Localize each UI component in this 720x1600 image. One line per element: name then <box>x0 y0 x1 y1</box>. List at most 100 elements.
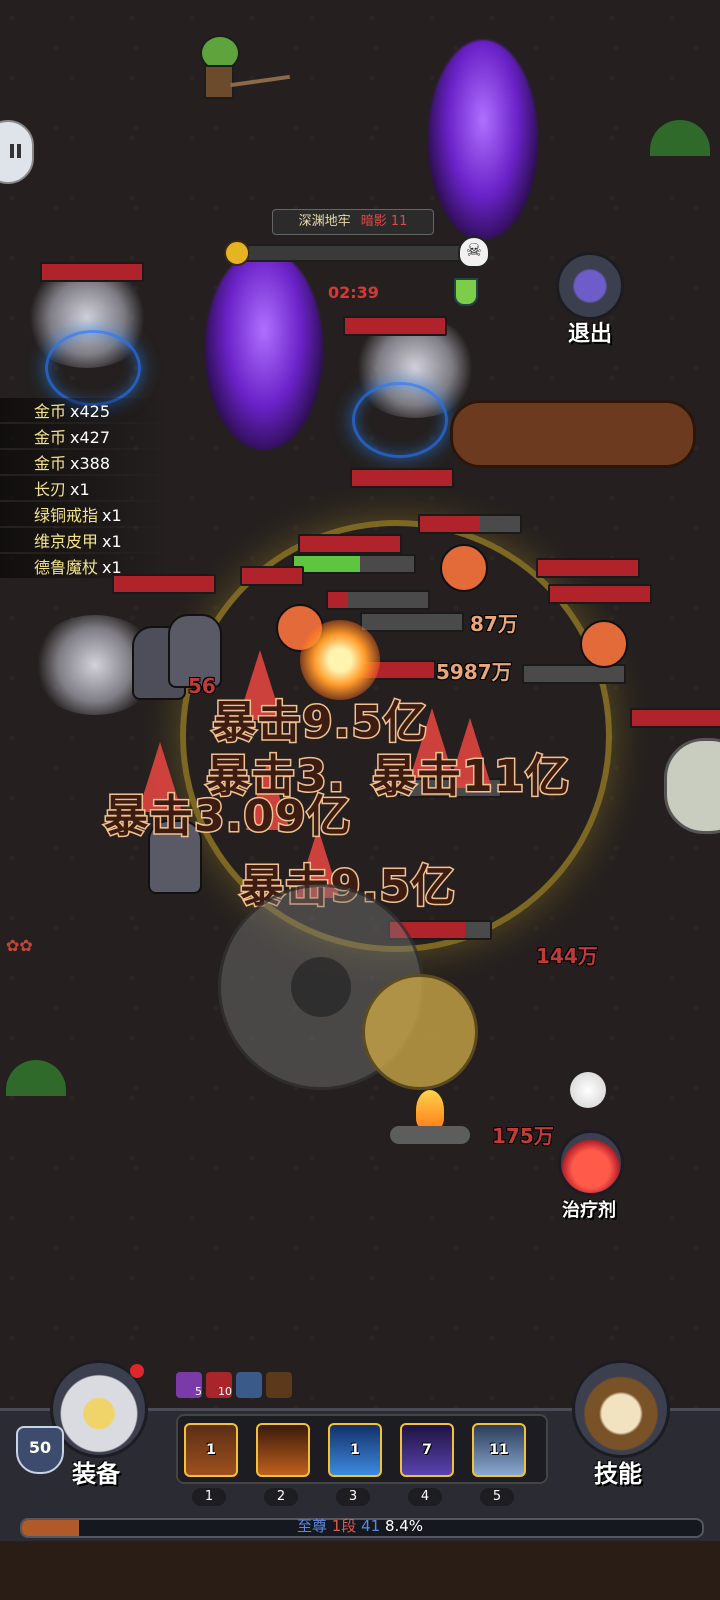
enemy-shield-ring <box>352 382 448 458</box>
damage-number: 175万 <box>492 1124 554 1148</box>
potion-label: 治疗剂 <box>562 1200 616 1221</box>
enemy-health-bar <box>350 468 454 488</box>
equipment-button[interactable]: 装备 <box>44 1360 154 1490</box>
shadow-portal-left <box>205 250 323 450</box>
skill-slot-number: 2 <box>264 1488 298 1506</box>
skills-button[interactable]: 技能 <box>570 1360 680 1490</box>
loot-item-count: x427 <box>70 428 111 447</box>
loot-item-name: 德鲁魔杖 <box>34 558 99 577</box>
skill-level: 7 <box>422 1442 432 1458</box>
enemy-health-bar <box>548 584 652 604</box>
buff-stack-count: 10 <box>218 1385 232 1398</box>
xp-label: 至尊 1段 41 8.4% <box>0 1516 720 1536</box>
skill-slot-5[interactable]: 11 <box>472 1423 526 1477</box>
pause-icon <box>10 144 14 158</box>
crit-damage-text: 暴击3.09亿 <box>103 790 353 844</box>
loot-item-name: 金币 <box>34 428 67 447</box>
stage-timer: 02:39 <box>328 283 379 302</box>
skill-slot-number: 3 <box>336 1488 370 1506</box>
enemy-shield-ring <box>45 330 141 406</box>
buff-icon <box>236 1372 262 1398</box>
skill-level: 1 <box>206 1442 216 1458</box>
enemy-health-bar <box>240 566 304 586</box>
loot-item-name: 金币 <box>34 402 67 421</box>
damage-number: 144万 <box>536 944 598 968</box>
orange-imp <box>440 544 488 592</box>
buff-stack-count: 5 <box>195 1385 202 1398</box>
crit-damage-text: 暴击11亿 <box>370 750 571 804</box>
loot-item-name: 长刃 <box>34 480 67 499</box>
enemy-health-bar <box>40 262 144 282</box>
orange-imp <box>580 620 628 668</box>
enemy-health-bar <box>536 558 640 578</box>
notification-dot <box>130 1364 144 1378</box>
ground-strip <box>0 1542 720 1600</box>
exit-label: 退出 <box>567 322 612 347</box>
enemy-health-bar <box>630 708 720 728</box>
skill-slot-1[interactable]: 1 <box>184 1423 238 1477</box>
progress-start-marker <box>224 240 250 266</box>
skill-slot-2[interactable] <box>256 1423 310 1477</box>
damage-number: 87万 <box>470 612 518 636</box>
exit-button[interactable]: 退出 <box>552 252 628 348</box>
loot-item-name: 维京皮甲 <box>34 532 99 551</box>
enemy-health-bar <box>326 590 430 610</box>
loot-entry: 长刃 x1 <box>0 476 170 500</box>
enemy-health-bar <box>343 316 447 336</box>
buff-icon <box>266 1372 292 1398</box>
loot-item-count: x388 <box>70 454 111 473</box>
red-flowers: ✿✿ <box>6 936 33 955</box>
loot-entry: 金币 x388 <box>0 450 170 474</box>
light-orb <box>570 1072 606 1108</box>
stage-banner: 深渊地牢 暗影 11 <box>272 209 434 235</box>
enemy-health-bar <box>112 574 216 594</box>
stage-mode: 暗影 <box>360 214 387 229</box>
spellbook-icon <box>572 1360 670 1458</box>
green-flask-icon <box>454 278 478 306</box>
loot-entry: 绿铜戒指 x1 <box>0 502 170 526</box>
skull-icon: ☠ <box>458 236 490 268</box>
joystick-thumb[interactable] <box>362 974 478 1090</box>
rank-tier: 1段 <box>331 1517 357 1535</box>
loot-entry: 维京皮甲 x1 <box>0 528 170 552</box>
player-level: 50 <box>28 1438 52 1457</box>
campfire <box>390 1090 470 1146</box>
stage-name: 深渊地牢 <box>298 214 351 229</box>
rank-name: 至尊 <box>296 1517 327 1535</box>
tier-level: 41 <box>361 1517 381 1535</box>
loot-item-count: x1 <box>102 532 122 551</box>
skill-level: 1 <box>350 1442 360 1458</box>
damage-number: 5987万 <box>436 660 512 684</box>
buff-icon: 5 <box>176 1372 202 1398</box>
enemy-health-bar <box>418 514 522 534</box>
shadow-portal-top <box>428 40 538 240</box>
skills-label: 技能 <box>594 1460 642 1488</box>
player-health-bar <box>292 554 416 574</box>
fallen-log <box>450 400 696 468</box>
loot-entry: 金币 x425 <box>0 398 170 422</box>
skill-level: 11 <box>489 1442 509 1458</box>
goblin-spearman <box>190 35 290 105</box>
buff-icon: 10 <box>206 1372 232 1398</box>
loot-item-count: x425 <box>70 402 111 421</box>
healing-potion-button[interactable]: 治疗剂 <box>550 1130 636 1230</box>
loot-feed: 金币 x425 金币 x427 金币 x388 长刃 x1 绿铜戒指 x1 维京皮甲 x1 德鲁魔杖 x1 <box>0 398 180 588</box>
skill-slot-number: 5 <box>480 1488 514 1506</box>
stage-level: 11 <box>390 214 408 229</box>
enemy-health-bar <box>298 534 402 554</box>
red-potion-icon <box>558 1130 624 1196</box>
loot-item-count: x1 <box>102 506 122 525</box>
skill-slot-number: 4 <box>408 1488 442 1506</box>
loot-entry: 金币 x427 <box>0 424 170 448</box>
player-level-shield: 50 <box>16 1426 64 1474</box>
skill-slot-number: 1 <box>192 1488 226 1506</box>
loot-item-name: 金币 <box>34 454 67 473</box>
boss-progress-bar <box>236 244 472 262</box>
loot-item-name: 绿铜戒指 <box>34 506 99 525</box>
enemy-health-bar <box>360 612 464 632</box>
offscreen-enemy <box>664 738 720 834</box>
skill-slot-3[interactable]: 1 <box>328 1423 382 1477</box>
skill-slot-4[interactable]: 7 <box>400 1423 454 1477</box>
portal-gate-icon <box>556 252 624 320</box>
xp-percent: 8.4% <box>384 1517 424 1535</box>
